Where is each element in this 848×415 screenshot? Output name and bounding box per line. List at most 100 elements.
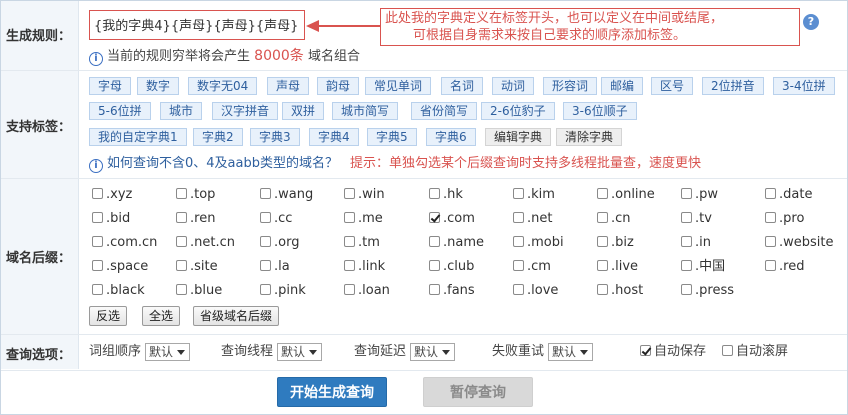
tag-button[interactable]: 字典4 xyxy=(309,128,359,146)
order-select[interactable]: 默认 xyxy=(145,343,191,361)
suffix-option[interactable]: .club xyxy=(429,258,474,276)
suffix-option[interactable]: .cc xyxy=(260,210,292,228)
suffix-option[interactable]: .wang xyxy=(260,186,313,204)
tag-button[interactable]: 字典3 xyxy=(250,128,300,146)
suffix-checkbox[interactable] xyxy=(765,212,776,223)
tag-button[interactable]: 5-6位拼 xyxy=(89,102,151,120)
suffix-checkbox[interactable] xyxy=(176,212,187,223)
tag-button[interactable]: 城市简写 xyxy=(332,102,399,120)
tag-button[interactable]: 3-4位拼 xyxy=(773,77,835,95)
suffix-checkbox[interactable] xyxy=(260,236,271,247)
suffix-checkbox[interactable] xyxy=(765,188,776,199)
suffix-option[interactable]: .org xyxy=(260,234,299,252)
suffix-option[interactable]: .kim xyxy=(513,186,555,204)
suffix-checkbox[interactable] xyxy=(260,188,271,199)
suffix-checkbox[interactable] xyxy=(429,212,440,223)
suffix-option[interactable]: .中国 xyxy=(681,258,725,276)
tag-button[interactable]: 数字 xyxy=(137,77,180,95)
suffix-checkbox[interactable] xyxy=(681,260,692,271)
tag-button[interactable]: 声母 xyxy=(267,77,310,95)
edit-dictionary-button[interactable]: 编辑字典 xyxy=(485,128,552,146)
rule-input[interactable]: {我的字典4}{声母}{声母}{声母} xyxy=(89,10,305,40)
suffix-option[interactable]: .website xyxy=(765,234,834,252)
tag-button[interactable]: 2位拼音 xyxy=(702,77,764,95)
suffix-option[interactable]: .cn xyxy=(597,210,631,228)
suffix-checkbox[interactable] xyxy=(597,260,608,271)
suffix-option[interactable]: .pro xyxy=(765,210,804,228)
invert-select-button[interactable]: 反选 xyxy=(89,306,128,326)
suffix-option[interactable]: .online xyxy=(597,186,655,204)
tag-button[interactable]: 字典2 xyxy=(193,128,243,146)
suffix-option[interactable]: .black xyxy=(92,282,145,300)
suffix-option[interactable]: .biz xyxy=(597,234,634,252)
start-query-button[interactable]: 开始生成查询 xyxy=(277,377,387,407)
suffix-checkbox[interactable] xyxy=(765,260,776,271)
suffix-checkbox[interactable] xyxy=(681,236,692,247)
suffix-checkbox[interactable] xyxy=(597,212,608,223)
suffix-checkbox[interactable] xyxy=(513,188,524,199)
suffix-option[interactable]: .pink xyxy=(260,282,306,300)
autosave-checkbox[interactable] xyxy=(640,345,651,356)
suffix-checkbox[interactable] xyxy=(260,260,271,271)
threads-select[interactable]: 默认 xyxy=(277,343,323,361)
suffix-option[interactable]: .me xyxy=(344,210,383,228)
suffix-checkbox[interactable] xyxy=(92,188,103,199)
suffix-option[interactable]: .com xyxy=(429,210,475,228)
suffix-checkbox[interactable] xyxy=(597,188,608,199)
retry-select[interactable]: 默认 xyxy=(548,343,594,361)
tag-button[interactable]: 字母 xyxy=(89,77,132,95)
province-suffix-button[interactable]: 省级域名后缀 xyxy=(193,306,280,326)
tag-button[interactable]: 区号 xyxy=(651,77,694,95)
suffix-option[interactable]: .com.cn xyxy=(92,234,157,252)
suffix-checkbox[interactable] xyxy=(681,188,692,199)
suffix-option[interactable]: .space xyxy=(92,258,148,276)
tag-button[interactable]: 汉字拼音 xyxy=(212,102,279,120)
tag-button[interactable]: 常见单词 xyxy=(365,77,432,95)
suffix-checkbox[interactable] xyxy=(429,260,440,271)
tag-button[interactable]: 邮编 xyxy=(601,77,644,95)
suffix-option[interactable]: .live xyxy=(597,258,638,276)
suffix-option[interactable]: .host xyxy=(597,282,643,300)
suffix-option[interactable]: .la xyxy=(260,258,290,276)
suffix-checkbox[interactable] xyxy=(344,236,355,247)
tag-button[interactable]: 形容词 xyxy=(543,77,598,95)
suffix-checkbox[interactable] xyxy=(765,236,776,247)
suffix-checkbox[interactable] xyxy=(176,188,187,199)
suffix-checkbox[interactable] xyxy=(344,188,355,199)
suffix-checkbox[interactable] xyxy=(176,260,187,271)
suffix-checkbox[interactable] xyxy=(513,284,524,295)
suffix-option[interactable]: .tv xyxy=(681,210,712,228)
suffix-option[interactable]: .loan xyxy=(344,282,390,300)
suffix-checkbox[interactable] xyxy=(344,260,355,271)
suffix-checkbox[interactable] xyxy=(92,260,103,271)
tag-button[interactable]: 韵母 xyxy=(317,77,360,95)
suffix-option[interactable]: .cm xyxy=(513,258,551,276)
suffix-option[interactable]: .fans xyxy=(429,282,475,300)
tag-button[interactable]: 城市 xyxy=(160,102,203,120)
tag-button[interactable]: 省份简写 xyxy=(411,102,478,120)
tag-button[interactable]: 动词 xyxy=(492,77,535,95)
suffix-checkbox[interactable] xyxy=(429,236,440,247)
suffix-checkbox[interactable] xyxy=(260,212,271,223)
suffix-option[interactable]: .tm xyxy=(344,234,380,252)
help-icon[interactable]: ? xyxy=(803,14,819,30)
suffix-option[interactable]: .date xyxy=(765,186,812,204)
tag-button[interactable]: 数字无04 xyxy=(188,77,258,95)
suffix-option[interactable]: .net xyxy=(513,210,552,228)
suffix-checkbox[interactable] xyxy=(92,284,103,295)
suffix-checkbox[interactable] xyxy=(681,212,692,223)
suffix-checkbox[interactable] xyxy=(260,284,271,295)
suffix-checkbox[interactable] xyxy=(429,188,440,199)
suffix-checkbox[interactable] xyxy=(513,236,524,247)
select-all-button[interactable]: 全选 xyxy=(142,306,181,326)
suffix-option[interactable]: .ren xyxy=(176,210,215,228)
suffix-checkbox[interactable] xyxy=(176,236,187,247)
suffix-option[interactable]: .in xyxy=(681,234,711,252)
query-help-link[interactable]: 如何查询不含0、4及aabb类型的域名？ xyxy=(107,156,338,171)
clear-dictionary-button[interactable]: 清除字典 xyxy=(556,128,623,146)
suffix-checkbox[interactable] xyxy=(176,284,187,295)
suffix-checkbox[interactable] xyxy=(597,236,608,247)
suffix-option[interactable]: .hk xyxy=(429,186,463,204)
autosave-option[interactable]: 自动保存 xyxy=(640,342,706,362)
suffix-option[interactable]: .win xyxy=(344,186,385,204)
